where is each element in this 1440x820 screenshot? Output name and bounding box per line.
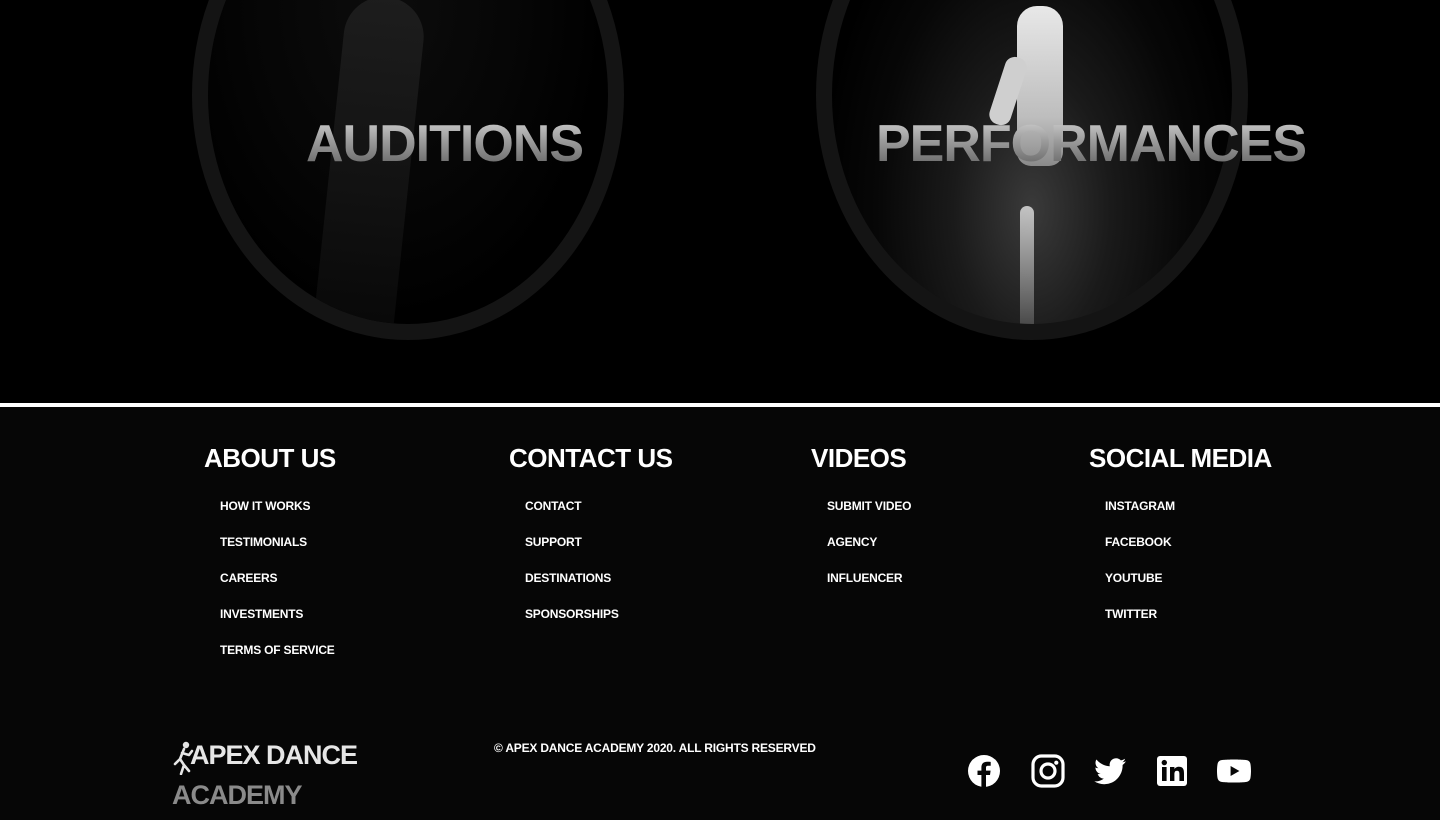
footer-column-videos: Videos Submit Video Agency Influencer [811,443,911,603]
footer-column-contact: Contact Us Contact Support Destinations … [509,443,673,639]
list-item: Sponsorships [525,603,673,639]
logo-text-line2: ACADEMY [172,780,303,810]
linkedin-icon[interactable] [1154,753,1190,789]
facebook-icon[interactable] [966,753,1002,789]
column-heading: Contact Us [509,443,673,473]
list-item: Instagram [1105,495,1272,531]
link-twitter[interactable]: Twitter [1105,607,1157,621]
list-item: Testimonials [220,531,336,567]
youtube-icon[interactable] [1216,753,1252,789]
link-youtube[interactable]: YouTube [1105,571,1162,585]
column-heading: Videos [811,443,907,473]
list-item: Terms of Service [220,639,336,675]
link-terms-of-service[interactable]: Terms of Service [220,643,335,657]
footer-column-about: About Us How It Works Testimonials Caree… [204,443,336,675]
link-list: How It Works Testimonials Careers Invest… [204,495,336,675]
link-influencer[interactable]: Influencer [827,571,903,585]
site-footer: About Us How It Works Testimonials Caree… [0,407,1440,820]
link-list: Instagram Facebook YouTube Twitter [1089,495,1272,639]
logo-text-line1: APEX DANCE [190,740,358,770]
link-instagram[interactable]: Instagram [1105,499,1175,513]
link-how-it-works[interactable]: How It Works [220,499,310,513]
performances-title[interactable]: Performances [876,114,1307,174]
list-item: Agency [827,531,911,567]
column-heading: About Us [204,443,336,473]
list-item: Influencer [827,567,911,603]
link-agency[interactable]: Agency [827,535,877,549]
link-list: Submit Video Agency Influencer [811,495,911,603]
list-item: YouTube [1105,567,1272,603]
twitter-icon[interactable] [1092,753,1128,789]
instagram-icon[interactable] [1030,753,1066,789]
list-item: Twitter [1105,603,1272,639]
link-careers[interactable]: Careers [220,571,277,585]
copyright-text: © APEX DANCE ACADEMY 2020. ALL RIGHTS RE… [494,741,816,755]
list-item: Support [525,531,673,567]
list-item: Destinations [525,567,673,603]
list-item: Submit Video [827,495,911,531]
list-item: Careers [220,567,336,603]
stage-reflection [1020,206,1034,324]
link-facebook[interactable]: Facebook [1105,535,1172,549]
link-testimonials[interactable]: Testimonials [220,535,307,549]
list-item: Investments [220,603,336,639]
list-item: Facebook [1105,531,1272,567]
footer-column-social: Social Media Instagram Facebook YouTube … [1089,443,1272,639]
list-item: How It Works [220,495,336,531]
link-support[interactable]: Support [525,535,582,549]
link-list: Contact Support Destinations Sponsorship… [509,495,673,639]
auditions-title[interactable]: Auditions [306,114,584,174]
link-contact[interactable]: Contact [525,499,582,513]
link-destinations[interactable]: Destinations [525,571,611,585]
hero-section: Auditions Performances [0,0,1440,403]
column-heading: Social Media [1089,443,1272,473]
site-logo[interactable]: APEX DANCE ACADEMY [172,740,358,820]
link-investments[interactable]: Investments [220,607,303,621]
link-submit-video[interactable]: Submit Video [827,499,911,513]
list-item: Contact [525,495,673,531]
link-sponsorships[interactable]: Sponsorships [525,607,619,621]
